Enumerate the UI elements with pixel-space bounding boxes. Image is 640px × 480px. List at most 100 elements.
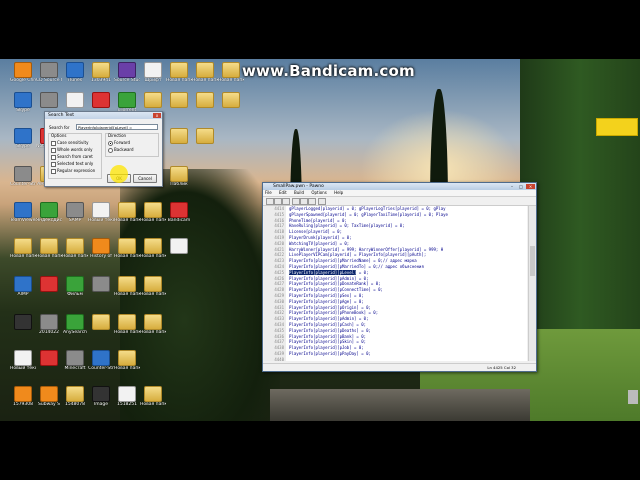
desktop-icon[interactable]: Новая папка — [192, 62, 218, 83]
desktop-icon[interactable] — [88, 276, 114, 292]
regex-checkbox[interactable] — [51, 169, 56, 174]
menu-options[interactable]: Options — [311, 190, 326, 195]
desktop-icon[interactable]: AnySearch — [62, 314, 88, 335]
desktop-icon[interactable]: iTunes — [62, 62, 88, 83]
desktop-icon[interactable] — [10, 314, 36, 330]
desktop-icon[interactable]: Новый текстовый — [88, 202, 114, 223]
desktop-icon[interactable]: Bandicam — [166, 202, 192, 223]
menu-build[interactable]: Build — [294, 190, 304, 195]
desktop-icon[interactable]: Новая папка — [140, 386, 166, 407]
desktop-icon[interactable] — [192, 92, 218, 108]
desktop-icon[interactable] — [166, 238, 192, 254]
desktop-icon[interactable]: Skype — [10, 128, 36, 149]
close-icon[interactable]: x — [153, 113, 161, 118]
desktop-icon[interactable] — [62, 92, 88, 108]
code-lines[interactable]: gPlayerLogged[playerid] = 0; gPlayerLogT… — [289, 206, 527, 357]
backward-radio[interactable] — [108, 148, 113, 153]
desktop-icon[interactable]: Новая папка — [114, 276, 140, 297]
desktop-icon[interactable]: Новая папка — [114, 238, 140, 259]
desktop-icon[interactable]: ЯндексДиск — [36, 202, 62, 223]
open-file-icon[interactable] — [274, 198, 282, 205]
desktop-icon[interactable] — [88, 314, 114, 330]
menu-edit[interactable]: Edit — [279, 190, 287, 195]
app-icon — [66, 350, 84, 366]
desktop-icon[interactable] — [218, 92, 244, 108]
desktop-icon[interactable]: Subway S — [36, 386, 62, 407]
desktop-icon[interactable]: Новый текстовый — [10, 350, 36, 371]
app-icon — [14, 92, 32, 108]
desktop-icon[interactable]: Шрифт — [140, 62, 166, 83]
desktop-icon[interactable]: Новая папка — [114, 202, 140, 223]
desktop-icon[interactable]: Counter-Strike — [10, 166, 36, 187]
desktop-icon[interactable] — [36, 350, 62, 366]
desktop-icon[interactable]: Новая папка — [140, 202, 166, 223]
minimize-icon[interactable]: – — [508, 184, 516, 189]
desktop-icon[interactable]: TeamViewer — [10, 202, 36, 223]
cancel-button[interactable]: Cancel — [133, 174, 157, 183]
desktop-icon[interactable]: CD Source Nsis — [36, 62, 62, 83]
desktop-icon-label: 1518251 — [116, 402, 138, 407]
desktop-icon[interactable]: Паблик — [166, 166, 192, 187]
search-from-caret-checkbox[interactable] — [51, 155, 56, 160]
desktop-icon[interactable]: Source Studio — [114, 62, 140, 83]
desktop-icon[interactable] — [140, 92, 166, 108]
desktop-icon-label: 2014022 — [38, 330, 60, 335]
compile-icon[interactable] — [318, 198, 326, 205]
desktop-icon[interactable]: Новая папка — [10, 238, 36, 259]
desktop-icon[interactable]: 1518251 — [114, 386, 140, 407]
copy-icon[interactable] — [300, 198, 308, 205]
vertical-scrollbar[interactable] — [528, 206, 536, 361]
forward-radio[interactable] — [108, 141, 113, 146]
menu-file[interactable]: File — [265, 190, 272, 195]
desktop-icon-label: Counter-Str — [88, 366, 114, 371]
desktop-icon[interactable]: 1303941 — [88, 62, 114, 83]
menu-help[interactable]: Help — [334, 190, 343, 195]
scroll-thumb[interactable] — [530, 246, 535, 276]
desktop-icon[interactable] — [88, 92, 114, 108]
search-input[interactable]: PlayerInfo[playerid][pLevel] = — [76, 124, 158, 130]
side-icon[interactable] — [628, 390, 638, 404]
paste-icon[interactable] — [308, 198, 316, 205]
desktop-icon[interactable]: 1548078 — [62, 386, 88, 407]
app-icon — [92, 238, 110, 254]
whole-words-checkbox[interactable] — [51, 148, 56, 153]
code-area[interactable]: 4414 4415 4416 4417 4418 4419 4420 4421 4422 4423… — [264, 206, 527, 361]
desktop-icon[interactable]: Skype — [10, 92, 36, 113]
case-sensitivity-checkbox[interactable] — [51, 141, 56, 146]
desktop-icon[interactable] — [166, 92, 192, 108]
desktop-icon[interactable]: Новая папка — [114, 350, 140, 371]
desktop-icon[interactable]: Новая папка — [114, 314, 140, 335]
close-icon[interactable]: × — [526, 184, 535, 189]
new-file-icon[interactable] — [266, 198, 274, 205]
desktop-icon[interactable]: Minecraft — [62, 350, 88, 371]
app-icon — [92, 386, 110, 402]
selected-text-checkbox[interactable] — [51, 162, 56, 167]
desktop-icon[interactable]: Google Chrome — [10, 62, 36, 83]
desktop-icon[interactable]: AIMP — [10, 276, 36, 297]
desktop-icon[interactable] — [192, 128, 218, 144]
code-line[interactable]: PlayerInfo[playerid][pPayDay] = 0; — [289, 351, 527, 357]
desktop-icon[interactable]: Новая папка — [140, 314, 166, 335]
tray-notification[interactable] — [596, 118, 638, 136]
desktop-icon[interactable]: uTorrent — [114, 92, 140, 113]
selected-text[interactable]: PlayerInfo[playerid][pLevel] — [289, 269, 357, 275]
desktop-icon[interactable]: Counter-Str — [88, 350, 114, 371]
desktop-icon[interactable]: Фильм — [62, 276, 88, 297]
desktop-icon[interactable]: Новая папка — [166, 62, 192, 83]
desktop-icon[interactable]: Новая папка — [140, 238, 166, 259]
desktop-icon[interactable]: History of — [88, 238, 114, 259]
desktop-icon[interactable]: Новая папка — [62, 238, 88, 259]
desktop-icon[interactable] — [36, 92, 62, 108]
desktop-icon[interactable]: Image — [88, 386, 114, 407]
maximize-icon[interactable]: □ — [517, 184, 525, 189]
save-icon[interactable] — [282, 198, 290, 205]
desktop-icon[interactable] — [166, 128, 192, 144]
desktop-icon[interactable]: 1579308 — [10, 386, 36, 407]
desktop-icon[interactable]: 2014022 — [36, 314, 62, 335]
cut-icon[interactable] — [292, 198, 300, 205]
desktop-icon[interactable]: Новая папка — [140, 276, 166, 297]
desktop-icon[interactable]: SAMP — [62, 202, 88, 223]
desktop-icon[interactable]: Новая папка — [218, 62, 244, 83]
desktop-icon[interactable]: Новая папка — [36, 238, 62, 259]
desktop-icon[interactable] — [36, 276, 62, 292]
